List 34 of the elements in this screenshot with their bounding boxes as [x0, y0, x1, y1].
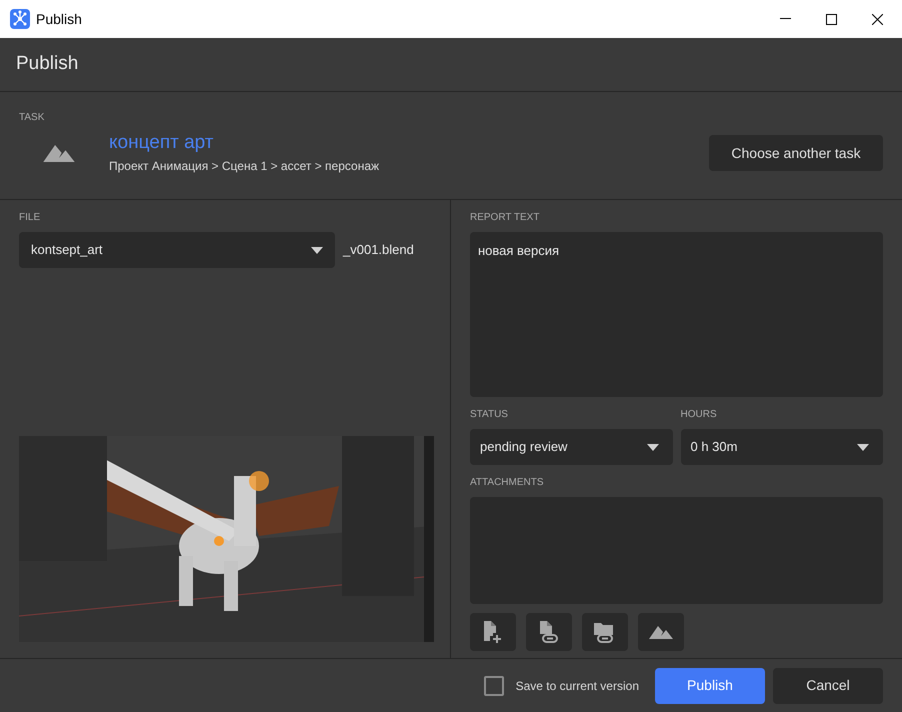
publish-button[interactable]: Publish [655, 668, 765, 704]
file-suffix: _v001.blend [343, 241, 414, 260]
minimize-icon [780, 18, 790, 20]
file-link-icon [537, 620, 561, 644]
section-label: HOURS [680, 408, 717, 422]
mountain-icon [43, 144, 75, 162]
section-label: ATTACHMENTS [470, 476, 544, 490]
section-label: TASK [19, 111, 44, 125]
dialog-title: Publish [16, 52, 78, 76]
attach-image-button[interactable] [638, 613, 684, 651]
add-file-button[interactable] [470, 613, 516, 651]
attach-file-link-button[interactable] [526, 613, 572, 651]
choose-task-button[interactable]: Choose another task [709, 135, 883, 171]
task-name: концепт арт [109, 131, 215, 155]
mountain-icon [649, 626, 673, 638]
attach-folder-link-button[interactable] [582, 613, 628, 651]
status-dropdown[interactable]: pending review [470, 429, 672, 465]
caret-icon [857, 444, 869, 450]
section-label: REPORT TEXT [470, 211, 540, 225]
app-icon [10, 9, 30, 29]
file-dropdown[interactable]: kontsept_art [19, 232, 335, 268]
checkbox-label: Save to current version [516, 678, 639, 694]
caret-icon [311, 246, 323, 254]
task-path: Проект Анимация > Сцена 1 > ассет > персонаж [109, 158, 380, 175]
section-label: FILE [19, 211, 40, 225]
report-text-field[interactable]: новая версия [470, 232, 883, 397]
checkbox[interactable] [484, 676, 504, 696]
cancel-button[interactable]: Cancel [773, 668, 883, 704]
window-title: Publish [36, 10, 82, 28]
section-label: STATUS [470, 408, 508, 422]
hours-dropdown[interactable]: 0 h 30m [680, 429, 883, 465]
maximize-icon [826, 14, 836, 24]
close-icon [872, 14, 882, 24]
caret-icon [646, 444, 658, 450]
